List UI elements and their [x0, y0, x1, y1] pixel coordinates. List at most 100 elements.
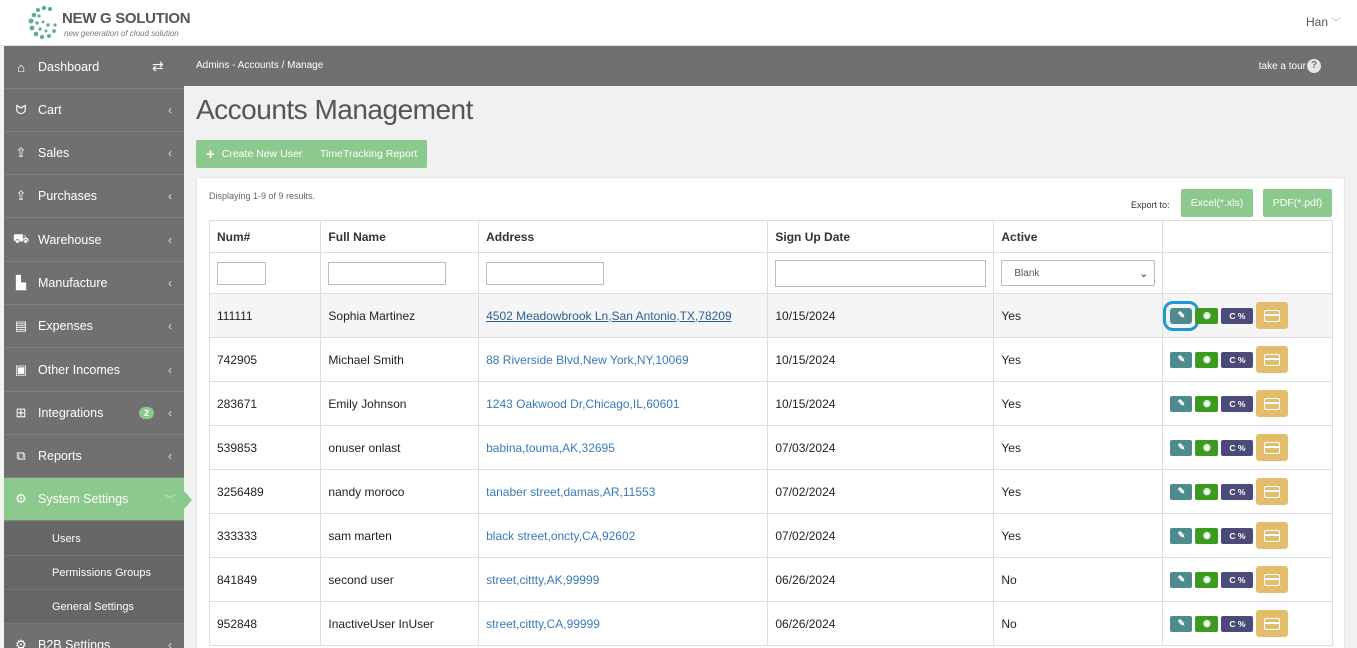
sidebar-item-system-settings[interactable]: ⚙ System Settings ﹀: [4, 478, 192, 521]
pencil-icon: ✎: [1177, 442, 1186, 452]
address-link[interactable]: 88 Riverside Blvd,New York,NY,10069: [486, 353, 689, 367]
sidebar-subitem-permissions-groups[interactable]: Permissions Groups: [4, 556, 184, 590]
edit-button[interactable]: ✎: [1170, 483, 1193, 500]
create-new-user-button[interactable]: + Create New User: [196, 140, 313, 168]
full-name-filter-input[interactable]: [328, 261, 447, 285]
commission-label: C %: [1229, 574, 1246, 585]
company-logo[interactable]: NEW G SOLUTION new generation of cloud s…: [26, 4, 191, 44]
commission-button[interactable]: C %: [1221, 395, 1254, 412]
cart-icon: ᗢ: [15, 102, 27, 117]
view-button[interactable]: ◉: [1195, 395, 1219, 412]
upload-icon: ⇪: [15, 145, 27, 160]
commission-button[interactable]: C %: [1221, 527, 1254, 544]
sidebar-item-sales[interactable]: ⇪ Sales ‹: [4, 132, 184, 175]
payment-card-button[interactable]: [1256, 434, 1289, 461]
column-header-full-name[interactable]: Full Name: [320, 220, 480, 253]
column-header-sign-up-date[interactable]: Sign Up Date: [767, 220, 995, 253]
sidebar-item-label: Sales: [38, 146, 70, 160]
commission-label: C %: [1229, 354, 1246, 365]
payment-card-button[interactable]: [1256, 522, 1289, 549]
sidebar-item-label: Warehouse: [38, 233, 102, 247]
table-row: 841849 second user street,cittty,AK,99999 0…: [208, 557, 1333, 602]
credit-card-icon: [1264, 309, 1281, 322]
num-filter-input[interactable]: [217, 261, 266, 285]
view-button[interactable]: ◉: [1195, 483, 1219, 500]
sidebar-item-warehouse[interactable]: ⛟ Warehouse ‹: [4, 219, 184, 262]
payment-card-button[interactable]: [1256, 610, 1289, 637]
sidebar-item-label: Other Incomes: [38, 363, 120, 377]
sidebar-subitem-general-settings[interactable]: General Settings: [4, 590, 184, 624]
address-link[interactable]: 1243 Oakwood Dr,Chicago,IL,60601: [486, 397, 679, 411]
commission-button[interactable]: C %: [1221, 351, 1254, 368]
breadcrumb[interactable]: Admins - Accounts / Manage: [196, 60, 323, 71]
column-header-active[interactable]: Active: [993, 220, 1164, 253]
edit-button[interactable]: ✎: [1170, 527, 1193, 544]
sidebar-item-label: Integrations: [38, 406, 104, 420]
address-link[interactable]: tanaber street,damas,AR,11553: [486, 485, 655, 499]
payment-card-button[interactable]: [1256, 346, 1289, 373]
payment-card-button[interactable]: [1256, 566, 1289, 593]
table-row: 539853 onuser onlast babina,touma,AK,32695…: [208, 425, 1333, 470]
view-button[interactable]: ◉: [1195, 615, 1219, 632]
integrations-count-badge: 2: [138, 407, 154, 419]
address-filter-input[interactable]: [486, 261, 605, 285]
edit-button[interactable]: ✎: [1170, 571, 1193, 588]
full-name-cell: nandy moroco: [320, 469, 480, 514]
commission-button[interactable]: C %: [1221, 439, 1254, 456]
column-header-address[interactable]: Address: [478, 220, 769, 253]
view-button[interactable]: ◉: [1195, 527, 1219, 544]
eye-icon: ◉: [1202, 398, 1211, 408]
edit-button[interactable]: ✎: [1170, 395, 1193, 412]
address-link[interactable]: street,cittty,CA,99999: [486, 617, 600, 631]
credit-card-icon: [1264, 397, 1281, 410]
export-pdf-button[interactable]: PDF(*.pdf): [1263, 189, 1332, 217]
column-header-num[interactable]: Num#: [208, 220, 322, 253]
page-title: Accounts Management: [196, 94, 473, 125]
sidebar-item-expenses[interactable]: ▤ Expenses ‹: [4, 305, 184, 348]
view-button[interactable]: ◉: [1195, 307, 1219, 324]
sidebar-item-purchases[interactable]: ⇪ Purchases ‹: [4, 175, 184, 218]
address-link[interactable]: black street,oncty,CA,92602: [486, 529, 635, 543]
sidebar-subitem-users[interactable]: Users: [4, 522, 184, 556]
address-link[interactable]: babina,touma,AK,32695: [486, 441, 615, 455]
view-button[interactable]: ◉: [1195, 351, 1219, 368]
view-button[interactable]: ◉: [1195, 571, 1219, 588]
payment-card-button[interactable]: [1256, 478, 1289, 505]
address-link[interactable]: 4502 Meadowbrook Ln,San Antonio,TX,78209: [486, 309, 732, 323]
commission-button[interactable]: C %: [1221, 571, 1254, 588]
sidebar-item-b2b-settings[interactable]: ⚙ B2B Settings ‹: [4, 624, 184, 648]
sidebar-toggle-icon[interactable]: ⇄: [152, 58, 164, 75]
export-excel-button[interactable]: Excel(*.xls): [1181, 189, 1253, 217]
chevron-left-icon: ‹: [168, 406, 172, 420]
sidebar-item-cart[interactable]: ᗢ Cart ‹: [4, 89, 184, 132]
cogs-icon: ⚙: [15, 491, 27, 506]
take-a-tour-link[interactable]: take a tour ?: [1259, 59, 1321, 73]
commission-button[interactable]: C %: [1221, 307, 1254, 324]
sidebar-item-reports[interactable]: ⧉ Reports ‹: [4, 435, 184, 478]
commission-button[interactable]: C %: [1221, 615, 1254, 632]
export-excel-label: Excel(*.xls): [1190, 197, 1244, 209]
sign-up-date-cell: 06/26/2024: [767, 601, 995, 646]
active-cell: No: [993, 601, 1164, 646]
address-link[interactable]: street,cittty,AK,99999: [486, 573, 599, 587]
sign-up-date-filter-input[interactable]: [775, 259, 987, 287]
active-filter-select[interactable]: Blank ⌄: [1001, 260, 1156, 286]
user-menu[interactable]: Han ﹀: [1306, 14, 1341, 29]
commission-button[interactable]: C %: [1221, 483, 1254, 500]
sidebar-item-manufacture[interactable]: ▙ Manufacture ‹: [4, 262, 184, 305]
sidebar-item-other-incomes[interactable]: ▣ Other Incomes ‹: [4, 349, 184, 392]
help-icon: ?: [1307, 59, 1321, 73]
row-actions: ✎ ◉ C %: [1170, 390, 1325, 417]
payment-card-button[interactable]: [1256, 390, 1289, 417]
sidebar-item-label: B2B Settings: [38, 638, 111, 648]
sidebar-item-integrations[interactable]: ⊞ Integrations 2 ‹: [4, 392, 184, 435]
edit-button[interactable]: ✎: [1170, 351, 1193, 368]
payment-card-button[interactable]: [1256, 302, 1289, 329]
full-name-cell: sam marten: [320, 513, 480, 558]
edit-button[interactable]: ✎: [1163, 300, 1200, 331]
edit-button[interactable]: ✎: [1170, 439, 1193, 456]
view-button[interactable]: ◉: [1195, 439, 1219, 456]
edit-button[interactable]: ✎: [1170, 615, 1193, 632]
timetracking-report-button[interactable]: TimeTracking Report: [310, 140, 428, 168]
home-icon: ⌂: [17, 59, 25, 75]
